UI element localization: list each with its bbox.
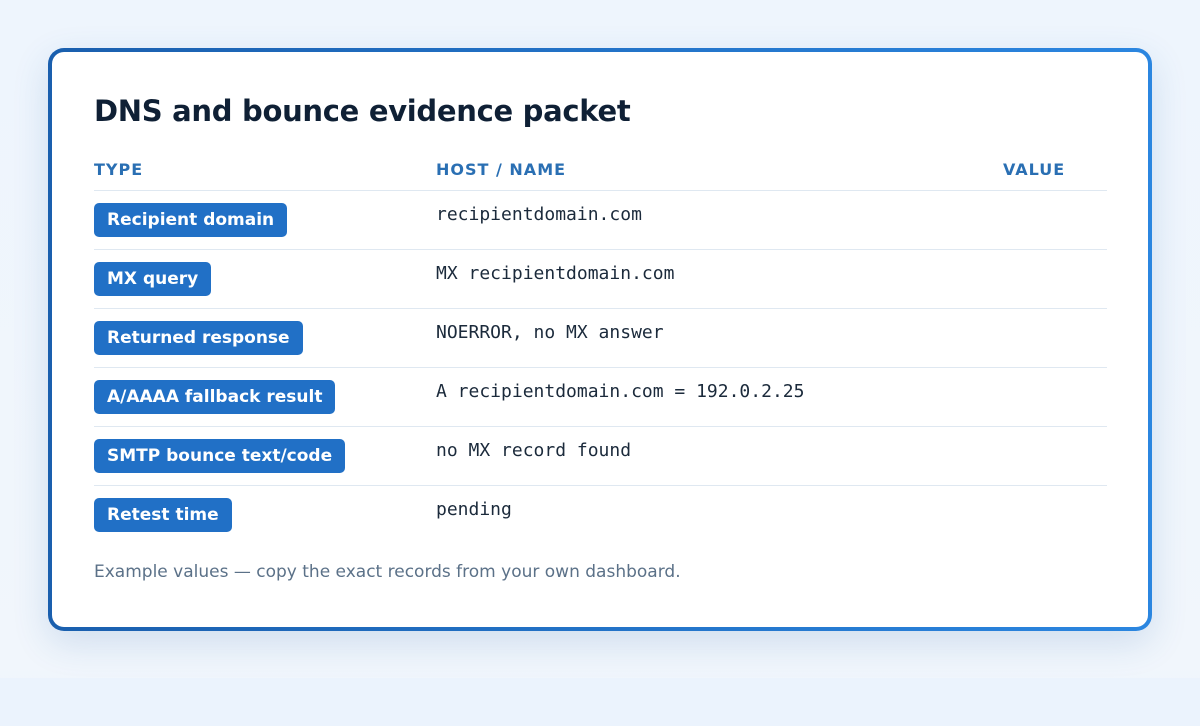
evidence-card-body: DNS and bounce evidence packet TYPE HOST… — [52, 52, 1148, 627]
table-body: Recipient domain recipientdomain.com MX … — [94, 191, 1107, 544]
column-header-host: HOST / NAME — [436, 160, 567, 179]
table-row: MX query MX recipientdomain.com — [94, 250, 1107, 309]
table-row: A/AAAA fallback result A recipientdomain… — [94, 368, 1107, 427]
host-cell: A recipientdomain.com = 192.0.2.25 — [436, 381, 805, 402]
host-cell: NOERROR, no MX answer — [436, 322, 664, 343]
example-values-note: Example values — copy the exact records … — [94, 562, 681, 582]
table-row: Retest time pending — [94, 486, 1107, 544]
type-badge: Recipient domain — [94, 203, 288, 237]
host-cell: MX recipientdomain.com — [436, 263, 675, 284]
page-bottom-band — [0, 678, 1200, 726]
type-badge: SMTP bounce text/code — [94, 439, 346, 473]
type-badge: Retest time — [94, 498, 232, 532]
card-title: DNS and bounce evidence packet — [94, 94, 631, 128]
column-header-value: VALUE — [1003, 160, 1066, 179]
type-badge: A/AAAA fallback result — [94, 380, 336, 414]
column-header-type: TYPE — [94, 160, 144, 179]
host-cell: recipientdomain.com — [436, 204, 642, 225]
type-badge: MX query — [94, 262, 212, 296]
table-row: Recipient domain recipientdomain.com — [94, 191, 1107, 250]
evidence-card: DNS and bounce evidence packet TYPE HOST… — [48, 48, 1152, 631]
host-cell: no MX record found — [436, 440, 632, 461]
host-cell: pending — [436, 499, 512, 520]
type-badge: Returned response — [94, 321, 303, 355]
table-row: SMTP bounce text/code no MX record found — [94, 427, 1107, 486]
table-row: Returned response NOERROR, no MX answer — [94, 309, 1107, 368]
table-header: TYPE HOST / NAME VALUE — [94, 156, 1107, 191]
